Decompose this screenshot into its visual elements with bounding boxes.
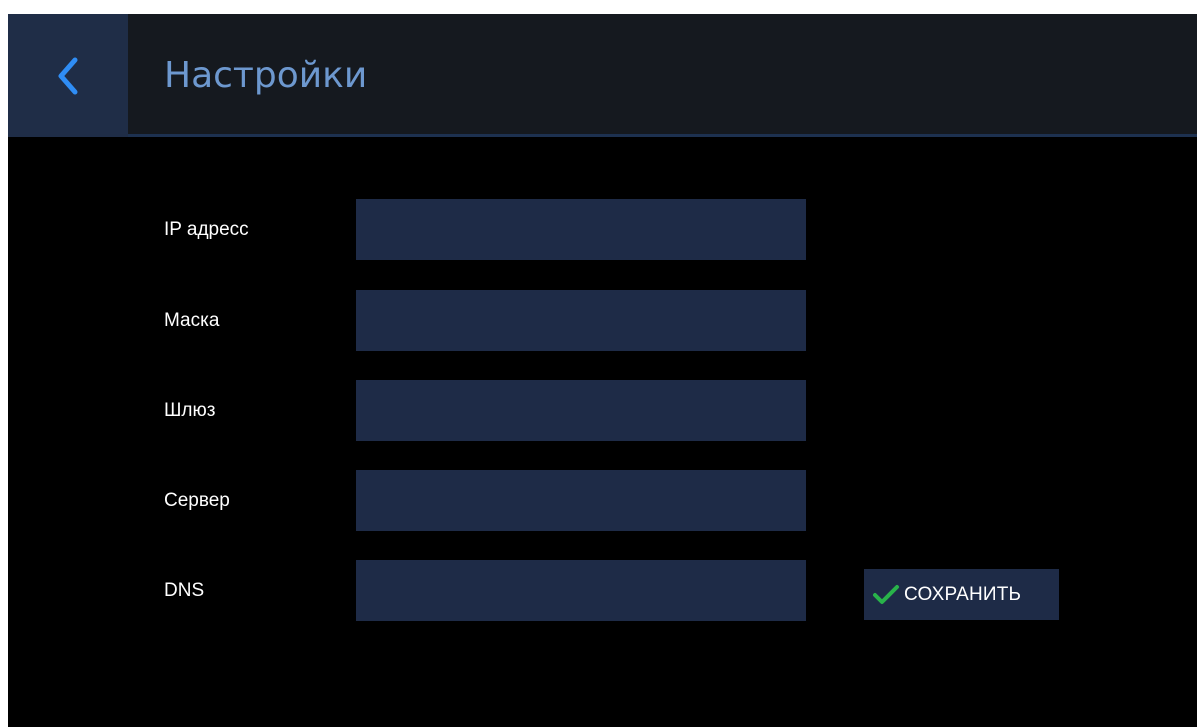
mask-label: Маска	[164, 310, 220, 331]
save-button[interactable]: СОХРАНИТЬ	[864, 569, 1059, 620]
field-row-dns: DNS	[8, 560, 808, 621]
server-input[interactable]	[356, 470, 806, 531]
checkmark-icon	[873, 584, 899, 604]
mask-input[interactable]	[356, 290, 806, 351]
settings-screen: Настройки IP адресс Маска Шлюз Сервер DN…	[8, 14, 1197, 727]
field-row-ip: IP адресс	[8, 199, 808, 260]
field-row-mask: Маска	[8, 290, 808, 351]
save-button-label: СОХРАНИТЬ	[904, 583, 1022, 605]
gateway-input[interactable]	[356, 380, 806, 441]
dns-label: DNS	[164, 580, 205, 601]
gateway-label: Шлюз	[164, 400, 216, 421]
dns-input[interactable]	[356, 560, 806, 621]
field-row-gateway: Шлюз	[8, 380, 808, 441]
server-label: Сервер	[164, 490, 230, 511]
field-row-server: Сервер	[8, 470, 808, 531]
ip-address-input[interactable]	[356, 199, 806, 260]
network-settings-form: IP адресс Маска Шлюз Сервер DNS СОХРАНИТ…	[8, 14, 1197, 727]
ip-address-label: IP адресс	[164, 219, 249, 240]
